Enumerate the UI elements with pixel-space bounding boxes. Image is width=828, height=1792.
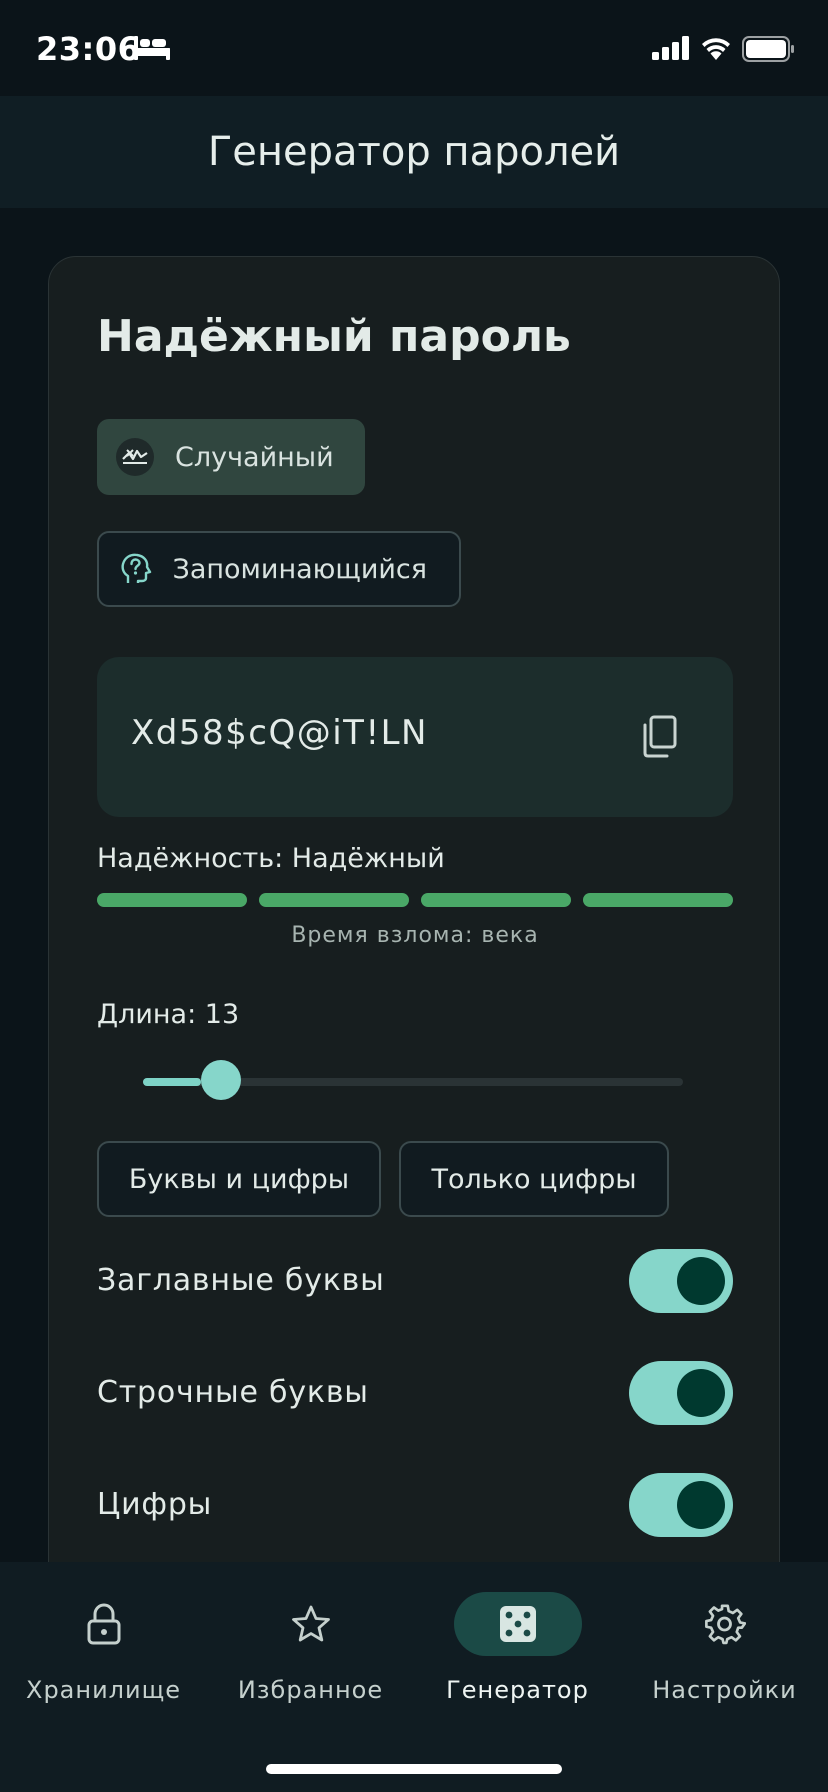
generator-card: Надёжный пароль Случайный Запоминающийся… [48, 256, 780, 1676]
length-label: Длина: 13 [97, 999, 240, 1030]
dice-icon [499, 1606, 536, 1642]
toggle-knob [677, 1481, 725, 1529]
app-header: Генератор паролей [0, 96, 828, 208]
mode-random-label: Случайный [175, 441, 334, 473]
nav-item-settings[interactable]: Настройки [621, 1592, 828, 1712]
nav-label-vault: Хранилище [26, 1676, 181, 1704]
nav-label-generator: Генератор [446, 1676, 589, 1704]
gear-icon [704, 1604, 746, 1645]
strength-meter [97, 893, 733, 907]
strength-segment [583, 893, 733, 907]
nav-icon-container [453, 1592, 582, 1656]
strength-label: Надёжность: Надёжный [97, 843, 445, 874]
strength-segment [421, 893, 571, 907]
preset-letters-digits-button[interactable]: Буквы и цифры [97, 1141, 381, 1217]
page-title: Генератор паролей [207, 129, 621, 175]
nav-item-favorites[interactable]: Избранное [207, 1592, 414, 1712]
crack-time: Время взлома: века [291, 923, 539, 948]
lowercase-toggle[interactable] [629, 1361, 733, 1425]
head-question-icon [117, 549, 153, 589]
password-display: Xd58$cQ@iT!LN [97, 657, 733, 817]
status-bar: 23:06 [0, 0, 828, 96]
mode-memorable-chip[interactable]: Запоминающийся [97, 531, 461, 607]
home-indicator[interactable] [266, 1764, 562, 1774]
nav-icon-container [40, 1592, 168, 1656]
mode-memorable-label: Запоминающийся [172, 553, 427, 585]
nav-icon-container [661, 1592, 789, 1656]
wifi-icon [702, 38, 730, 60]
star-icon [291, 1605, 330, 1642]
nav-label-settings: Настройки [652, 1676, 797, 1704]
length-slider[interactable] [143, 1060, 683, 1100]
lock-icon [87, 1603, 120, 1645]
length-slider-thumb[interactable] [201, 1060, 241, 1100]
nav-icon-container [247, 1592, 375, 1656]
strength-segment [259, 893, 409, 907]
digits-toggle[interactable] [629, 1473, 733, 1537]
preset-digits-only-button[interactable]: Только цифры [399, 1141, 669, 1217]
signal-icon [652, 36, 689, 60]
generated-password: Xd58$cQ@iT!LN [131, 713, 428, 753]
lowercase-toggle-row: Строчные буквы [97, 1361, 733, 1425]
nav-item-generator[interactable]: Генератор [414, 1592, 621, 1712]
status-time: 23:06 [36, 30, 141, 68]
lowercase-label: Строчные буквы [97, 1375, 369, 1410]
digits-label: Цифры [97, 1487, 213, 1522]
bottom-nav: Хранилище Избранное Генератор Настройки [0, 1562, 828, 1792]
mode-random-chip[interactable]: Случайный [97, 419, 365, 495]
uppercase-toggle[interactable] [629, 1249, 733, 1313]
uppercase-label: Заглавные буквы [97, 1263, 385, 1298]
strength-segment [97, 893, 247, 907]
nav-item-vault[interactable]: Хранилище [0, 1592, 207, 1712]
digits-toggle-row: Цифры [97, 1473, 733, 1537]
copy-icon[interactable] [639, 715, 679, 759]
uppercase-toggle-row: Заглавные буквы [97, 1249, 733, 1313]
battery-icon [742, 36, 794, 62]
toggle-knob [677, 1369, 725, 1417]
length-slider-fill [143, 1078, 201, 1086]
card-title: Надёжный пароль [97, 311, 571, 362]
toggle-knob [677, 1257, 725, 1305]
bed-icon [134, 36, 170, 60]
nav-label-favorites: Избранное [237, 1676, 384, 1704]
random-mode-icon [115, 437, 155, 477]
